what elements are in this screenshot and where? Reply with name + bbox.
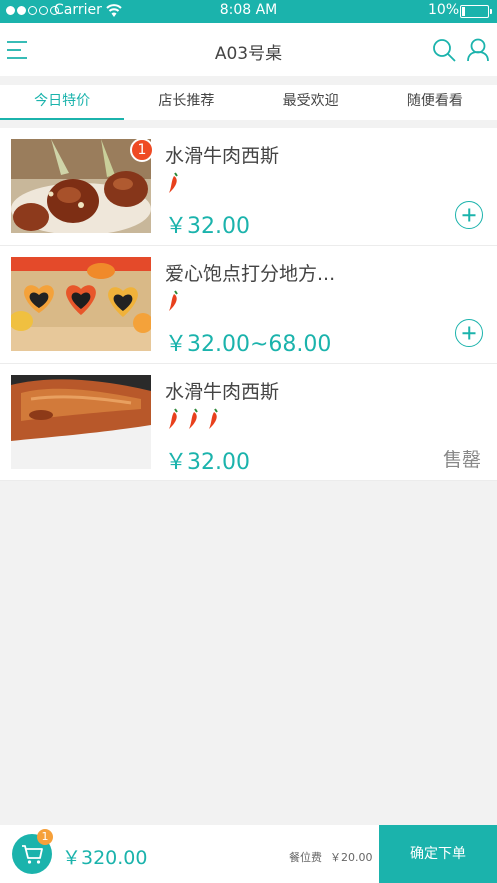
chili-icon bbox=[169, 408, 178, 429]
list-item[interactable]: 1 水滑牛肉西斯 ￥32.00 bbox=[0, 128, 497, 246]
tab-browse[interactable]: 随便看看 bbox=[373, 85, 497, 120]
search-icon[interactable] bbox=[432, 38, 456, 62]
tab-manager-recommend[interactable]: 店长推荐 bbox=[124, 85, 248, 120]
confirm-order-button[interactable]: 确定下单 bbox=[379, 825, 497, 883]
add-to-cart-button[interactable] bbox=[455, 201, 483, 229]
user-icon[interactable] bbox=[467, 38, 489, 62]
list-item[interactable]: 爱心饱点打分地方... ￥32.00~68.00 bbox=[0, 246, 497, 364]
battery-percent: 10% bbox=[428, 2, 460, 18]
seat-fee: 餐位费 ￥20.00 bbox=[289, 849, 373, 865]
dish-name: 水滑牛肉西斯 bbox=[165, 145, 280, 167]
dish-photo bbox=[11, 375, 151, 469]
clock: 8:08 AM bbox=[219, 2, 278, 18]
seat-fee-label: 餐位费 bbox=[289, 851, 322, 864]
dish-name: 水滑牛肉西斯 bbox=[165, 381, 280, 403]
seat-fee-amount: ￥20.00 bbox=[330, 851, 373, 864]
dish-price: ￥32.00 bbox=[165, 450, 250, 475]
category-tabs: 今日特价 店长推荐 最受欢迎 随便看看 bbox=[0, 85, 497, 120]
dish-price: ￥32.00 bbox=[165, 214, 250, 239]
tab-today-special[interactable]: 今日特价 bbox=[0, 85, 125, 120]
status-bar: Carrier 8:08 AM 10% bbox=[0, 0, 497, 23]
spice-level bbox=[165, 290, 181, 312]
chili-icon bbox=[209, 408, 218, 429]
spice-level bbox=[165, 408, 221, 430]
chili-icon bbox=[189, 408, 198, 429]
spice-level bbox=[165, 172, 181, 194]
order-total: ￥320.00 bbox=[62, 847, 148, 869]
dish-photo bbox=[11, 257, 151, 351]
table-title: A03号桌 bbox=[214, 44, 283, 64]
add-to-cart-button[interactable] bbox=[455, 319, 483, 347]
dish-name: 爱心饱点打分地方... bbox=[165, 263, 336, 285]
chili-icon bbox=[169, 290, 178, 311]
quantity-badge: 1 bbox=[130, 138, 154, 162]
dish-list: 1 水滑牛肉西斯 ￥32.00 爱心饱点打分地方... ￥32.00~68.00… bbox=[0, 128, 497, 481]
chili-icon bbox=[169, 172, 178, 193]
sold-out-label: 售罄 bbox=[443, 449, 482, 471]
dish-price: ￥32.00~68.00 bbox=[165, 332, 332, 357]
checkout-bar: 1 ￥320.00 餐位费 ￥20.00 确定下单 bbox=[0, 825, 497, 883]
list-item[interactable]: 水滑牛肉西斯 ￥32.00 售罄 bbox=[0, 364, 497, 481]
cart-count-badge: 1 bbox=[37, 829, 53, 845]
battery-icon bbox=[460, 5, 492, 18]
tab-most-popular[interactable]: 最受欢迎 bbox=[249, 85, 373, 120]
nav-header: A03号桌 bbox=[0, 23, 497, 76]
